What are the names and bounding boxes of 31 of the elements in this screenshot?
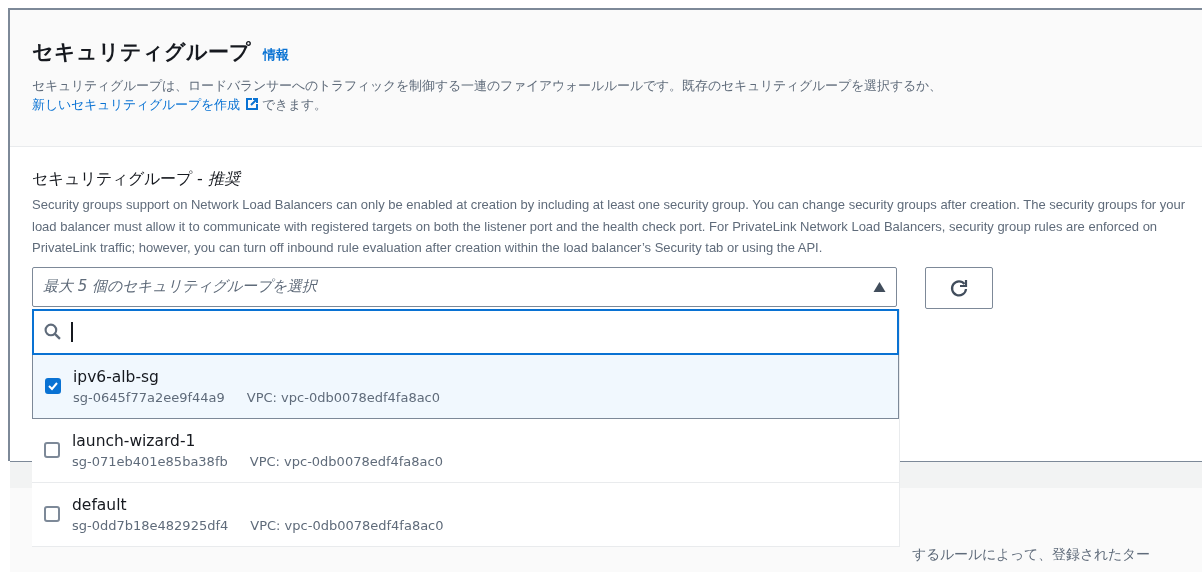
- security-group-id: sg-0dd7b18e482925df4: [72, 517, 229, 533]
- caret-icon: [873, 281, 886, 292]
- checkbox[interactable]: [45, 378, 61, 394]
- field-label: セキュリティグループ - 推奨: [32, 169, 243, 190]
- vpc-id: VPC: vpc-0db0078edf4fa8ac0: [250, 517, 444, 533]
- option-name: launch-wizard-1: [72, 431, 197, 450]
- check-icon: [47, 380, 59, 392]
- section-title: セキュリティグループ: [32, 39, 251, 66]
- checkbox[interactable]: [44, 442, 60, 458]
- security-group-select[interactable]: 最大 5 個のセキュリティグループを選択: [32, 266, 897, 307]
- vpc-id: VPC: vpc-0db0078edf4fa8ac0: [246, 389, 441, 405]
- text-cursor: [71, 321, 73, 342]
- refresh-button[interactable]: [925, 266, 993, 309]
- external-link-icon: [244, 96, 260, 112]
- search-icon: [44, 323, 61, 340]
- checkbox[interactable]: [44, 506, 60, 522]
- dropdown-option[interactable]: launch-wizard-1 sg-071eb401e85ba38fb VPC: vpc-0db0078edf4fa8ac0: [32, 418, 899, 483]
- option-name: ipv6-alb-sg: [73, 367, 160, 386]
- create-security-group-link[interactable]: 新しいセキュリティグループを作成: [32, 97, 240, 112]
- description-text: セキュリティグループは、ロードバランサーへのトラフィックを制御する一連のファイアウォールルールです。既存のセキュリティグループを選択するか、 新しいセキュリティグループを作成 できます。: [32, 77, 943, 114]
- dropdown-option[interactable]: default sg-0dd7b18e482925df4 VPC: vpc-0db0078edf4fa8ac0: [32, 482, 899, 547]
- security-group-id: sg-0645f77a2ee9f44a9: [73, 389, 225, 405]
- option-name: default: [72, 495, 128, 514]
- description-text: するルールによって、登録されたター: [912, 546, 1150, 562]
- info-link[interactable]: 情報: [263, 46, 289, 64]
- dropdown-option[interactable]: ipv6-alb-sg sg-0645f77a2ee9f44a9 VPC: vpc-0db0078edf4fa8ac0: [32, 354, 899, 419]
- help-text: Security groups support on Network Load Balancers can only be enabled at creation by including at least one security group. You can change security groups after creation. The security groups for your load balancer must allow it to communicate with registered targets on both the listener port and the health check port. For PrivateLink Network Load Balancers, security group rules are enforced on PrivateLink traffic; however, you can turn off inbound rule evaluation after creation within the load balancer’s Security tab or using the API.: [32, 196, 1187, 257]
- refresh-icon: [949, 277, 969, 298]
- security-group-id: sg-071eb401e85ba38fb: [72, 453, 228, 469]
- vpc-id: VPC: vpc-0db0078edf4fa8ac0: [249, 453, 443, 469]
- search-field[interactable]: [32, 308, 899, 355]
